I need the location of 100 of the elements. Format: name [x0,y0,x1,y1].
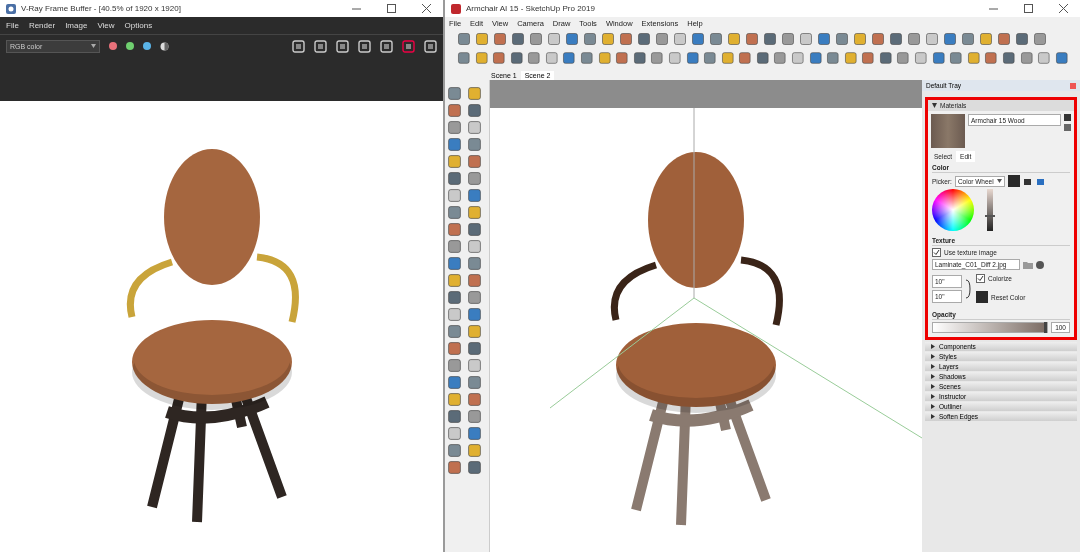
toolbar-icon[interactable] [562,50,577,66]
opacity-slider[interactable] [932,322,1049,333]
sphere-icon[interactable] [1036,260,1044,269]
toolbar-icon[interactable] [997,32,1011,46]
checkbox[interactable] [976,274,985,283]
toolbar-icon[interactable] [931,50,946,66]
toolbar-icon[interactable] [493,32,507,46]
toolbar-icon[interactable] [1033,32,1047,46]
menu-item[interactable]: View [97,21,115,30]
toolbar-icon[interactable] [447,443,462,458]
brightness-slider[interactable] [987,189,993,231]
toolbar-icon[interactable] [1019,50,1034,66]
color-wheel[interactable] [932,189,974,231]
menu-item[interactable]: Render [28,21,56,30]
toolbar-icon[interactable] [773,50,787,66]
toolbar-icon[interactable] [949,50,963,66]
channel-dot[interactable] [126,42,134,50]
toolbar-icon[interactable] [447,324,462,339]
toolbar-icon[interactable] [835,32,849,46]
channel-dot[interactable] [109,42,117,50]
toolbar-icon[interactable] [467,188,482,203]
toolbar-icon[interactable] [709,32,723,46]
toolbar-icon[interactable] [685,50,700,66]
toolbar-icon[interactable] [808,50,823,66]
toolbar-icon[interactable] [475,32,489,46]
toolbar-icon[interactable] [467,171,482,186]
toolbar-icon[interactable] [861,50,875,66]
toolbar-icon[interactable] [467,222,482,237]
toolbar-icon[interactable] [467,103,482,118]
toolbar-icon[interactable] [467,273,482,288]
toolbar-icon[interactable] [763,32,777,46]
toolbar-icon[interactable] [447,392,462,407]
toolbar-icon[interactable] [755,50,770,66]
toolbar-icon[interactable] [817,32,831,46]
toolbar-icon[interactable] [467,290,482,305]
toolbar-icon[interactable] [871,32,885,46]
toolbar-icon[interactable] [447,103,462,118]
toolbar-icon[interactable] [467,409,482,424]
toolbar-icon[interactable] [492,50,506,66]
toolbar-icon[interactable] [467,443,482,458]
toolbar-icon[interactable] [447,222,462,237]
toolbar-icon[interactable] [457,32,471,46]
toolbar-icon[interactable] [878,50,893,66]
toolbar-icon[interactable] [467,460,482,475]
toolbar-icon[interactable] [447,205,462,220]
toolbar-icon[interactable] [601,32,615,46]
toolbar-icon[interactable] [727,32,741,46]
close-icon[interactable] [1059,4,1068,13]
menu-item[interactable]: File [6,21,19,30]
toolbar-icon[interactable] [826,50,840,66]
toolbar-icon[interactable] [943,32,957,46]
toolbar-icon[interactable] [467,256,482,271]
toolbar-icon[interactable] [632,50,647,66]
toolbar-icon[interactable] [467,375,482,390]
toolbar-icon[interactable] [781,32,795,46]
toolbar-icon[interactable] [447,86,462,101]
toolbar-icon[interactable] [1001,50,1016,66]
toolbar-icon[interactable] [984,50,998,66]
toolbar-icon[interactable] [529,32,543,46]
maximize-icon[interactable] [387,4,396,13]
toolbar-icon[interactable] [447,460,462,475]
toolbar-icon[interactable] [467,205,482,220]
toolbar-icon[interactable] [447,256,462,271]
toolbar-icon[interactable] [527,50,541,66]
maximize-icon[interactable] [1024,4,1033,13]
toolbar-icon[interactable] [447,154,462,169]
toolbar-icon[interactable] [467,324,482,339]
channel-dot[interactable] [143,42,151,50]
toolbar-icon[interactable] [703,50,717,66]
toolbar-icon[interactable] [509,50,524,66]
close-icon[interactable] [422,4,431,13]
toolbar-icon[interactable] [511,32,525,46]
toolbar-icon[interactable] [583,32,597,46]
toolbar-icon[interactable] [1054,50,1069,66]
toolbar-icon[interactable] [580,50,594,66]
toolbar-icon[interactable] [447,409,462,424]
toolbar-icon[interactable] [655,32,669,46]
menu-item[interactable]: Options [124,21,153,30]
toolbar-icon[interactable] [1015,32,1029,46]
toolbar-icon[interactable] [650,50,664,66]
toolbar-icon[interactable] [447,239,462,254]
toolbar-icon[interactable] [402,39,415,53]
toolbar-icon[interactable] [447,358,462,373]
toolbar-icon[interactable] [745,32,759,46]
toolbar-icon[interactable] [615,50,629,66]
toolbar-icon[interactable] [691,32,705,46]
toolbar-icon[interactable] [467,154,482,169]
toolbar-icon[interactable] [447,273,462,288]
toolbar-icon[interactable] [907,32,921,46]
menu-item[interactable]: Image [65,21,88,30]
toolbar-icon[interactable] [738,50,752,66]
toolbar-icon[interactable] [637,32,651,46]
toolbar-icon[interactable] [447,137,462,152]
toolbar-icon[interactable] [447,375,462,390]
toolbar-icon[interactable] [467,307,482,322]
toolbar-icon[interactable] [467,86,482,101]
toolbar-icon[interactable] [565,32,579,46]
toolbar-icon[interactable] [447,290,462,305]
toolbar-icon[interactable] [889,32,903,46]
toolbar-icon[interactable] [961,32,975,46]
